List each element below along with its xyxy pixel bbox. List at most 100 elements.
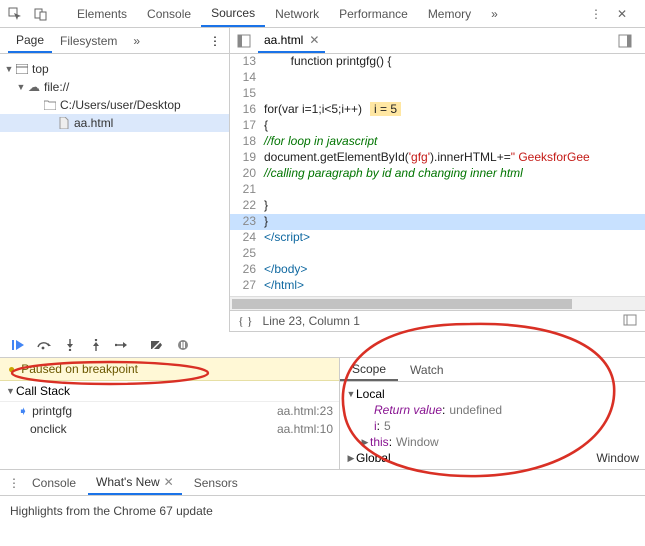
callstack-frame-0[interactable]: ➧printgfgaa.html:23 xyxy=(0,402,339,420)
resume-icon[interactable] xyxy=(8,336,28,354)
paused-banner-text: Paused on breakpoint xyxy=(21,362,138,376)
code-line-15[interactable]: 15 xyxy=(230,86,645,102)
gutter[interactable]: 21 xyxy=(230,182,264,198)
inline-value-chip: i = 5 xyxy=(370,102,401,116)
nav-right-icon[interactable] xyxy=(617,33,633,49)
line-content xyxy=(264,70,645,86)
editor-scrollbar-h[interactable] xyxy=(230,296,645,310)
gutter[interactable]: 26 xyxy=(230,262,264,278)
code-line-14[interactable]: 14 xyxy=(230,70,645,86)
line-content: function printgfg() { xyxy=(264,54,645,70)
step-out-icon[interactable] xyxy=(86,336,106,354)
line-content: { xyxy=(264,118,645,134)
code-line-19[interactable]: 19document.getElementById('gfg').innerHT… xyxy=(230,150,645,166)
code-line-25[interactable]: 25 xyxy=(230,246,645,262)
step-icon[interactable] xyxy=(112,336,132,354)
tab-sources[interactable]: Sources xyxy=(201,0,265,27)
kebab-menu-icon[interactable]: ⋮ xyxy=(8,476,20,490)
paused-banner: ● Paused on breakpoint xyxy=(0,358,339,381)
kebab-menu-icon[interactable]: ⋮ xyxy=(587,5,605,23)
code-editor[interactable]: 13 function printgfg() {141516for(var i=… xyxy=(230,54,645,332)
gutter[interactable]: 27 xyxy=(230,278,264,294)
code-line-18[interactable]: 18//for loop in javascript xyxy=(230,134,645,150)
tree-folder[interactable]: C:/Users/user/Desktop xyxy=(0,96,229,114)
devtools-main-toolbar: Elements Console Sources Network Perform… xyxy=(0,0,645,28)
line-content: </body> xyxy=(264,262,645,278)
gutter[interactable]: 16 xyxy=(230,102,264,118)
scope-global[interactable]: ▶GlobalWindow xyxy=(346,450,639,466)
close-icon[interactable]: ✕ xyxy=(164,475,174,489)
info-icon: ● xyxy=(8,362,15,376)
tab-console[interactable]: Console xyxy=(137,0,201,27)
close-icon[interactable]: ✕ xyxy=(309,33,319,47)
cursor-position: Line 23, Column 1 xyxy=(263,314,360,328)
tab-scope[interactable]: Scope xyxy=(340,358,398,381)
gutter[interactable]: 23 xyxy=(230,214,264,230)
scope-pane: Scope Watch ▼Local Return value:undefine… xyxy=(340,358,645,469)
coverage-icon[interactable] xyxy=(623,314,637,329)
subtab-filesystem[interactable]: Filesystem xyxy=(52,28,125,53)
nav-left-icon[interactable] xyxy=(236,33,252,49)
file-tab-aa-html[interactable]: aa.html ✕ xyxy=(258,28,325,53)
tab-network[interactable]: Network xyxy=(265,0,329,27)
gutter[interactable]: 22 xyxy=(230,198,264,214)
code-line-24[interactable]: 24</script> xyxy=(230,230,645,246)
scope-return: Return value:undefined xyxy=(346,402,639,418)
code-line-27[interactable]: 27</html> xyxy=(230,278,645,294)
code-line-20[interactable]: 20//calling paragraph by id and changing… xyxy=(230,166,645,182)
tab-elements[interactable]: Elements xyxy=(67,0,137,27)
panel-tabs: Elements Console Sources Network Perform… xyxy=(67,0,587,27)
scope-local[interactable]: ▼Local xyxy=(346,386,639,402)
tab-performance[interactable]: Performance xyxy=(329,0,418,27)
cloud-icon: ☁ xyxy=(26,80,42,94)
gutter[interactable]: 19 xyxy=(230,150,264,166)
gutter[interactable]: 18 xyxy=(230,134,264,150)
close-devtools-icon[interactable]: ✕ xyxy=(613,5,631,23)
device-toggle-icon[interactable] xyxy=(32,5,50,23)
line-content: </script> xyxy=(264,230,645,246)
drawer-tab-whats-new[interactable]: What's New✕ xyxy=(88,470,182,495)
callstack-header[interactable]: ▼Call Stack xyxy=(0,381,339,402)
gutter[interactable]: 20 xyxy=(230,166,264,182)
scope-this[interactable]: ▶this:Window xyxy=(346,434,639,450)
step-into-icon[interactable] xyxy=(60,336,80,354)
code-line-23[interactable]: 23} xyxy=(230,214,645,230)
code-line-16[interactable]: 16for(var i=1;i<5;i++)i = 5 xyxy=(230,102,645,118)
debugger-controls xyxy=(0,332,645,358)
tree-file-aa-html[interactable]: aa.html xyxy=(0,114,229,132)
gutter[interactable]: 14 xyxy=(230,70,264,86)
subtab-page[interactable]: Page xyxy=(8,28,52,53)
code-line-21[interactable]: 21 xyxy=(230,182,645,198)
pretty-print-icon[interactable]: { } xyxy=(238,314,253,329)
code-line-22[interactable]: 22} xyxy=(230,198,645,214)
drawer-tab-console[interactable]: Console xyxy=(24,470,84,495)
sources-subheader: Page Filesystem » ⋮ aa.html ✕ xyxy=(0,28,645,54)
drawer-tab-sensors[interactable]: Sensors xyxy=(186,470,246,495)
code-line-17[interactable]: 17{ xyxy=(230,118,645,134)
tab-overflow[interactable]: » xyxy=(481,0,508,27)
tab-watch[interactable]: Watch xyxy=(398,358,456,381)
inspect-icon[interactable] xyxy=(6,5,24,23)
kebab-menu-icon[interactable]: ⋮ xyxy=(209,34,221,48)
gutter[interactable]: 17 xyxy=(230,118,264,134)
callstack-frame-1[interactable]: onclickaa.html:10 xyxy=(0,420,339,438)
line-content: } xyxy=(264,214,645,230)
gutter[interactable]: 24 xyxy=(230,230,264,246)
tab-memory[interactable]: Memory xyxy=(418,0,481,27)
tree-origin[interactable]: ▼☁file:// xyxy=(0,78,229,96)
folder-icon xyxy=(42,100,58,110)
step-over-icon[interactable] xyxy=(34,336,54,354)
deactivate-breakpoints-icon[interactable] xyxy=(147,336,167,354)
drawer-body: Highlights from the Chrome 67 update xyxy=(0,496,645,526)
gutter[interactable]: 15 xyxy=(230,86,264,102)
tree-top[interactable]: ▼top xyxy=(0,60,229,78)
pause-exceptions-icon[interactable] xyxy=(173,336,193,354)
code-line-13[interactable]: 13 function printgfg() { xyxy=(230,54,645,70)
line-content xyxy=(264,182,645,198)
code-line-26[interactable]: 26</body> xyxy=(230,262,645,278)
subtab-overflow[interactable]: » xyxy=(125,28,148,53)
gutter[interactable]: 13 xyxy=(230,54,264,70)
file-navigator: ▼top ▼☁file:// C:/Users/user/Desktop aa.… xyxy=(0,54,230,332)
gutter[interactable]: 25 xyxy=(230,246,264,262)
line-content: document.getElementById('gfg').innerHTML… xyxy=(264,150,645,166)
